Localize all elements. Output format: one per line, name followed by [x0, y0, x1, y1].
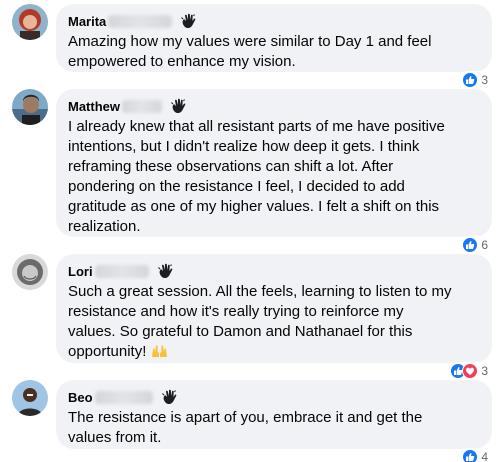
- avatar-photo: [12, 4, 48, 40]
- avatar-photo: [12, 89, 48, 125]
- reaction-count: 3: [481, 364, 488, 378]
- comment-bubble: Marita Amazing how my values were simila…: [56, 4, 492, 72]
- reaction-count: 6: [481, 238, 488, 252]
- avatar[interactable]: [12, 380, 48, 416]
- reaction-count: 3: [481, 73, 488, 87]
- thumbs-up-icon: [462, 449, 479, 462]
- redacted-name: [122, 99, 162, 113]
- avatar[interactable]: [12, 254, 48, 290]
- thumbs-up-icon: [462, 237, 479, 253]
- waving-hand-icon: [161, 388, 179, 406]
- reaction-summary[interactable]: 6: [460, 236, 490, 254]
- raising-hands-emoji: [151, 344, 168, 358]
- author-name[interactable]: Lori: [68, 264, 93, 279]
- avatar-photo: [12, 254, 48, 290]
- reaction-count: 4: [481, 450, 488, 462]
- redacted-name: [94, 390, 153, 404]
- redacted-name: [108, 14, 173, 28]
- author-name[interactable]: Matthew: [68, 99, 120, 114]
- reaction-summary[interactable]: 3: [448, 362, 490, 380]
- comment-bubble: Lori Such a great session. All the feels…: [56, 254, 492, 363]
- waving-hand-icon: [157, 262, 175, 280]
- author-name[interactable]: Marita: [68, 14, 106, 29]
- avatar[interactable]: [12, 89, 48, 125]
- heart-icon: [462, 363, 479, 379]
- redacted-name: [94, 264, 149, 278]
- comment-bubble: Matthew I already knew that all resistan…: [56, 89, 492, 237]
- waving-hand-icon: [170, 97, 188, 115]
- reaction-summary[interactable]: 3: [460, 71, 490, 89]
- comment-text: Such a great session. All the feels, lea…: [68, 282, 480, 362]
- waving-hand-icon: [180, 12, 198, 30]
- comment-text: Amazing how my values were similar to Da…: [68, 33, 432, 70]
- comment-text-body: Such a great session. All the feels, lea…: [68, 283, 452, 360]
- thumbs-up-icon: [462, 72, 479, 88]
- comment-text: The resistance is apart of you, embrace …: [68, 409, 423, 446]
- reaction-summary[interactable]: 4: [460, 448, 490, 462]
- comment-bubble: Beo The resistance is apart of you, embr…: [56, 380, 492, 449]
- author-name[interactable]: Beo: [68, 390, 93, 405]
- avatar[interactable]: [12, 4, 48, 40]
- comment-text: I already knew that all resistant parts …: [68, 118, 445, 235]
- avatar-photo: [12, 380, 48, 416]
